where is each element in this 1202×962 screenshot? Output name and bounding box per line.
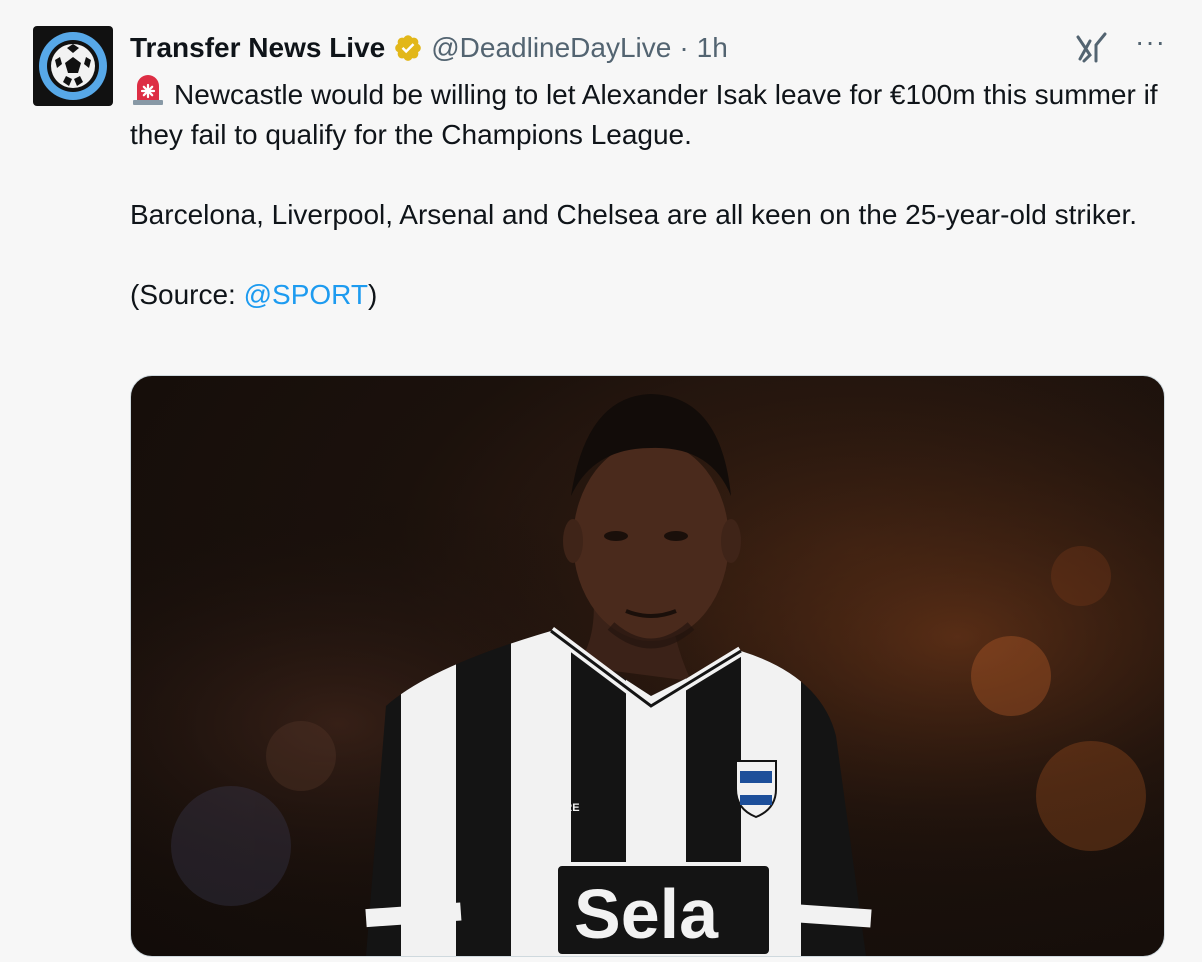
tweet-paragraph-1: Newcastle would be willing to let Alexan… [130, 72, 1160, 155]
tweet-line-1: Newcastle would be willing to let Alexan… [130, 79, 1158, 150]
sponsor-text: Sela [574, 875, 719, 953]
jersey-brand-text: CASTORE [526, 802, 580, 814]
tweet-media-image[interactable]: CASTORE Sela [130, 375, 1165, 957]
more-options-icon[interactable]: ··· [1135, 28, 1166, 56]
tweet-actions: ··· [1075, 28, 1166, 68]
avatar[interactable] [33, 26, 113, 106]
author-handle[interactable]: @DeadlineDayLive [431, 28, 671, 68]
separator-dot: · [679, 32, 689, 63]
tweet-paragraph-3: (Source: @SPORT) [130, 275, 1160, 315]
source-suffix: ) [367, 279, 378, 310]
author-name[interactable]: Transfer News Live [130, 28, 385, 68]
grok-icon[interactable] [1075, 31, 1109, 65]
soccer-ball-icon [39, 32, 107, 100]
verified-badge-icon[interactable] [393, 33, 423, 63]
timestamp[interactable]: 1h [697, 28, 728, 68]
siren-emoji-icon [130, 72, 166, 108]
tweet-text: Newcastle would be willing to let Alexan… [130, 72, 1160, 315]
source-prefix: (Source: [130, 279, 244, 310]
mention-link[interactable]: @SPORT [244, 279, 368, 310]
tweet-header: Transfer News Live @DeadlineDayLive · 1h [130, 28, 728, 68]
tweet-paragraph-2: Barcelona, Liverpool, Arsenal and Chelse… [130, 199, 1138, 230]
